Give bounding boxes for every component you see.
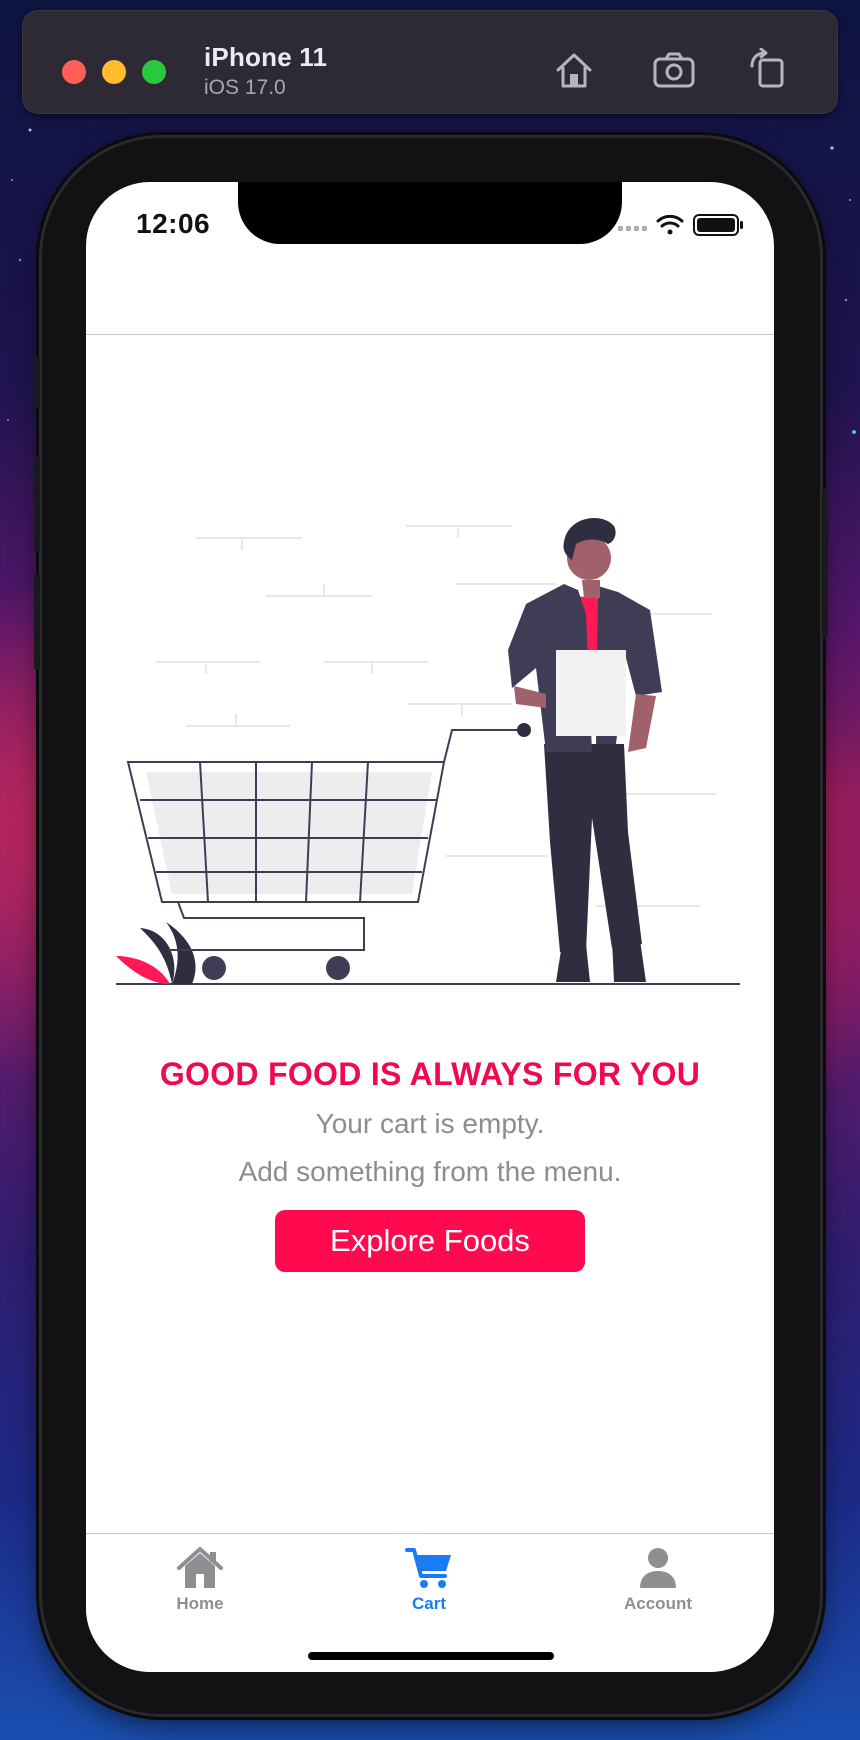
home-icon[interactable] bbox=[552, 48, 596, 92]
navigation-header-divider bbox=[86, 334, 774, 335]
power-button bbox=[822, 488, 828, 638]
shopping-cart bbox=[126, 723, 531, 980]
simulator-os-version: iOS 17.0 bbox=[204, 76, 286, 99]
status-bar-time: 12:06 bbox=[136, 208, 211, 239]
app-screen: 12:06 GOOD FOOD IS ALWAYS FOR YOU Your c… bbox=[86, 182, 774, 1672]
empty-cart-illustration bbox=[116, 518, 740, 985]
mute-switch bbox=[34, 356, 40, 408]
volume-up-button bbox=[34, 456, 40, 552]
minimize-window-button[interactable] bbox=[102, 60, 126, 84]
tab-home[interactable]: Home bbox=[120, 1534, 280, 1624]
tab-account-label: Account bbox=[624, 1594, 692, 1613]
tab-home-label: Home bbox=[176, 1594, 224, 1613]
battery-icon bbox=[693, 214, 743, 236]
home-indicator[interactable] bbox=[308, 1652, 554, 1660]
simulator-device-name: iPhone 11 bbox=[204, 42, 328, 72]
tab-cart[interactable]: Cart bbox=[349, 1534, 509, 1624]
tab-account[interactable]: Account bbox=[578, 1534, 738, 1624]
person-icon bbox=[640, 1548, 676, 1588]
plant-leaves bbox=[116, 922, 196, 984]
rotate-icon[interactable] bbox=[746, 48, 790, 92]
tab-cart-label: Cart bbox=[411, 1594, 446, 1613]
close-window-button[interactable] bbox=[62, 60, 86, 84]
empty-cart-title: GOOD FOOD IS ALWAYS FOR YOU bbox=[159, 1056, 701, 1092]
cart-icon bbox=[405, 1548, 451, 1588]
house-icon bbox=[177, 1547, 223, 1588]
simulator-title-bar: iPhone 11 iOS 17.0 bbox=[22, 10, 838, 114]
screenshot-icon[interactable] bbox=[652, 48, 696, 92]
status-bar-icons bbox=[618, 214, 743, 236]
notch bbox=[238, 182, 622, 244]
signal-icon bbox=[618, 226, 647, 231]
empty-cart-message: Your cart is empty. bbox=[315, 1108, 545, 1139]
explore-foods-button[interactable]: Explore Foods bbox=[275, 1210, 585, 1272]
person-figure bbox=[508, 518, 662, 982]
wifi-icon bbox=[656, 214, 684, 235]
zoom-window-button[interactable] bbox=[142, 60, 166, 84]
volume-down-button bbox=[34, 574, 40, 670]
empty-cart-hint: Add something from the menu. bbox=[238, 1156, 622, 1187]
